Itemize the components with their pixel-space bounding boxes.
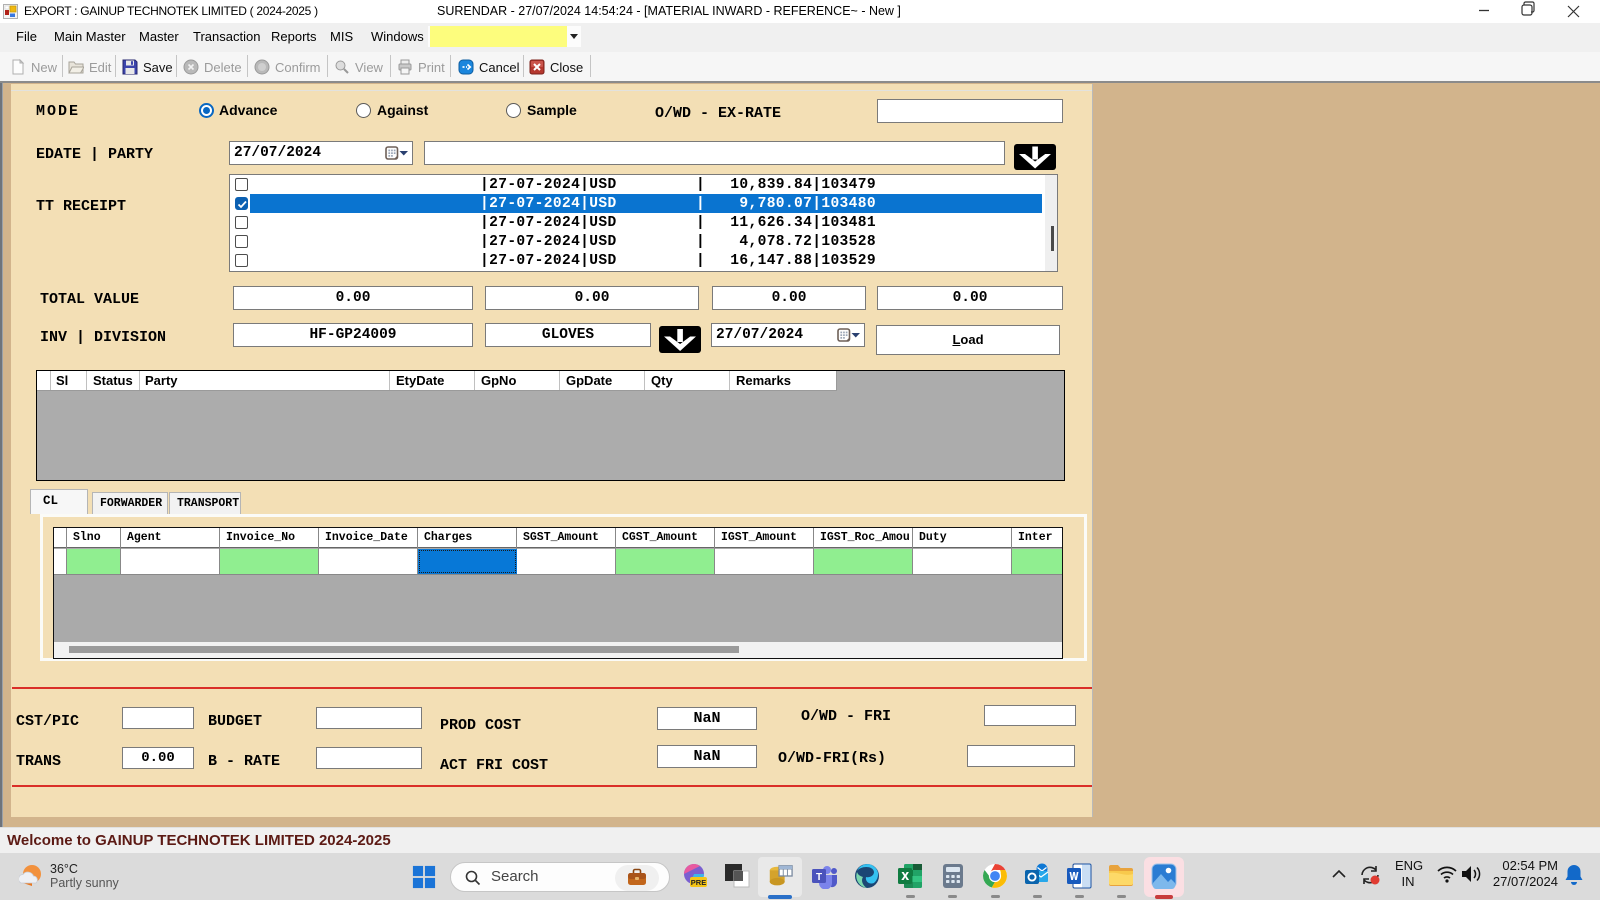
- svg-text:PRE: PRE: [691, 878, 706, 887]
- svg-text:T: T: [816, 872, 822, 883]
